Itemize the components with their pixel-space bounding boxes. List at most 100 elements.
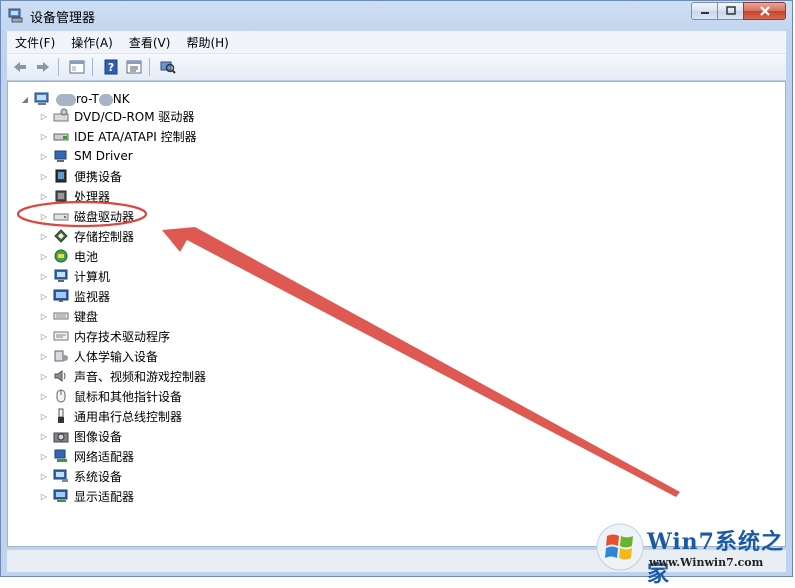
tree-item-label: 网络适配器 xyxy=(74,449,135,464)
help-button[interactable]: ? xyxy=(101,57,121,77)
tree-item-system-device[interactable]: ▷ 系统设备 xyxy=(39,466,206,486)
processor-icon xyxy=(53,188,69,204)
toolbar-separator xyxy=(58,58,59,76)
display-adapter-icon xyxy=(53,488,69,504)
svg-text:?: ? xyxy=(108,61,114,74)
expand-arrow-icon[interactable]: ▷ xyxy=(39,431,49,441)
expand-arrow-icon[interactable]: ▷ xyxy=(39,471,49,481)
expand-arrow-icon[interactable]: ▷ xyxy=(39,311,49,321)
tree-item-label: 键盘 xyxy=(74,309,99,324)
expand-arrow-icon[interactable]: ▷ xyxy=(39,111,49,121)
menu-bar: 文件(F) 操作(A) 查看(V) 帮助(H) xyxy=(7,31,786,54)
expand-arrow-icon[interactable]: ▷ xyxy=(39,491,49,501)
portable-device-icon xyxy=(53,168,69,184)
disk-drive-icon xyxy=(53,208,69,224)
forward-button[interactable] xyxy=(33,57,53,77)
toolbar: ? xyxy=(7,54,786,81)
computer-icon xyxy=(34,91,50,107)
tree-item-imaging-device[interactable]: ▷ 图像设备 xyxy=(39,426,206,446)
menu-file[interactable]: 文件(F) xyxy=(7,34,63,51)
tree-item-label: 人体学输入设备 xyxy=(74,349,159,364)
tree-item-label: 电池 xyxy=(74,249,99,264)
tree-item-usb[interactable]: ▷ 通用串行总线控制器 xyxy=(39,406,206,426)
expand-arrow-icon[interactable]: ▷ xyxy=(39,291,49,301)
tree-item-monitor[interactable]: ▷ 监视器 xyxy=(39,286,206,306)
expand-arrow-icon[interactable]: ▷ xyxy=(39,271,49,281)
expand-arrow-icon[interactable]: ▷ xyxy=(39,451,49,461)
expand-arrow-icon[interactable]: ▷ xyxy=(39,411,49,421)
tree-item-label: 便携设备 xyxy=(74,169,123,184)
tree-item-hid[interactable]: ▷ 人体学输入设备 xyxy=(39,346,206,366)
properties-icon xyxy=(126,60,142,74)
tree-item-computer[interactable]: ▷ 计算机 xyxy=(39,266,206,286)
tree-item-processor[interactable]: ▷ 处理器 xyxy=(39,186,206,206)
network-adapter-icon xyxy=(53,448,69,464)
ide-controller-icon xyxy=(53,128,69,144)
tree-item-label: 监视器 xyxy=(74,289,111,304)
scan-hardware-button[interactable] xyxy=(158,57,178,77)
tree-item-label: 计算机 xyxy=(74,269,111,284)
minimize-button[interactable] xyxy=(691,2,717,20)
sm-driver-icon xyxy=(53,148,69,164)
hid-icon xyxy=(53,348,69,364)
expand-arrow-icon[interactable]: ▷ xyxy=(39,331,49,341)
computer-icon xyxy=(53,268,69,284)
expand-arrow-icon[interactable]: ▷ xyxy=(39,251,49,261)
collapse-arrow-icon[interactable]: ◢ xyxy=(20,94,30,104)
mouse-icon xyxy=(53,388,69,404)
tree-item-sound[interactable]: ▷ 声音、视频和游戏控制器 xyxy=(39,366,206,386)
device-tree-pane: ◢ ro-T NK ▷ DVD/CD-ROM 驱动器 ▷ IDE ATA/ATAPI 控… xyxy=(7,81,786,547)
menu-help[interactable]: 帮助(H) xyxy=(178,34,236,51)
expand-arrow-icon[interactable]: ▷ xyxy=(39,171,49,181)
tree-item-storage-controller[interactable]: ▷ 存储控制器 xyxy=(39,226,206,246)
tree-item-portable-device[interactable]: ▷ 便携设备 xyxy=(39,166,206,186)
tree-item-label: 内存技术驱动程序 xyxy=(74,329,171,344)
properties-button[interactable] xyxy=(124,57,144,77)
device-category-list: ▷ DVD/CD-ROM 驱动器 ▷ IDE ATA/ATAPI 控制器 ▷ SM Dri… xyxy=(39,106,206,506)
keyboard-icon xyxy=(53,308,69,324)
battery-icon xyxy=(53,248,69,264)
show-hide-console-tree-button[interactable] xyxy=(67,57,87,77)
expand-arrow-icon[interactable]: ▷ xyxy=(39,151,49,161)
tree-item-ide-controller[interactable]: ▷ IDE ATA/ATAPI 控制器 xyxy=(39,126,206,146)
memory-technology-icon xyxy=(53,328,69,344)
tree-item-mouse[interactable]: ▷ 鼠标和其他指针设备 xyxy=(39,386,206,406)
redacted-name-mask xyxy=(56,93,76,106)
tree-item-label: 显示适配器 xyxy=(74,489,135,504)
window-title: 设备管理器 xyxy=(30,11,96,26)
maximize-button[interactable] xyxy=(717,2,743,20)
expand-arrow-icon[interactable]: ▷ xyxy=(39,391,49,401)
maximize-icon xyxy=(725,6,736,15)
usb-icon xyxy=(53,408,69,424)
forward-arrow-icon xyxy=(37,62,49,72)
tree-item-battery[interactable]: ▷ 电池 xyxy=(39,246,206,266)
expand-arrow-icon[interactable]: ▷ xyxy=(39,231,49,241)
storage-controller-icon xyxy=(53,228,69,244)
expand-arrow-icon[interactable]: ▷ xyxy=(39,351,49,361)
help-icon: ? xyxy=(104,59,118,75)
sound-icon xyxy=(53,368,69,384)
toolbar-separator xyxy=(149,58,150,76)
menu-action[interactable]: 操作(A) xyxy=(63,34,121,51)
tree-item-keyboard[interactable]: ▷ 键盘 xyxy=(39,306,206,326)
back-button[interactable] xyxy=(10,57,30,77)
minimize-icon xyxy=(700,12,709,14)
expand-arrow-icon[interactable]: ▷ xyxy=(39,131,49,141)
close-button[interactable] xyxy=(743,2,786,20)
tree-item-display-adapter[interactable]: ▷ 显示适配器 xyxy=(39,486,206,506)
tree-item-label: 声音、视频和游戏控制器 xyxy=(74,369,207,384)
console-tree-icon xyxy=(69,60,85,74)
expand-arrow-icon[interactable]: ▷ xyxy=(39,191,49,201)
title-bar: 设备管理器 xyxy=(1,1,792,29)
windows-logo-icon xyxy=(596,523,644,571)
expand-arrow-icon[interactable]: ▷ xyxy=(39,211,49,221)
tree-item-memory-technology[interactable]: ▷ 内存技术驱动程序 xyxy=(39,326,206,346)
menu-view[interactable]: 查看(V) xyxy=(121,34,179,51)
tree-item-label: 存储控制器 xyxy=(74,229,135,244)
tree-item-network-adapter[interactable]: ▷ 网络适配器 xyxy=(39,446,206,466)
tree-item-disk-drive[interactable]: ▷ 磁盘驱动器 xyxy=(39,206,206,226)
expand-arrow-icon[interactable]: ▷ xyxy=(39,371,49,381)
tree-item-sm-driver[interactable]: ▷ SM Driver xyxy=(39,146,206,166)
tree-item-label: 通用串行总线控制器 xyxy=(74,409,183,424)
tree-item-dvd-drive[interactable]: ▷ DVD/CD-ROM 驱动器 xyxy=(39,106,206,126)
